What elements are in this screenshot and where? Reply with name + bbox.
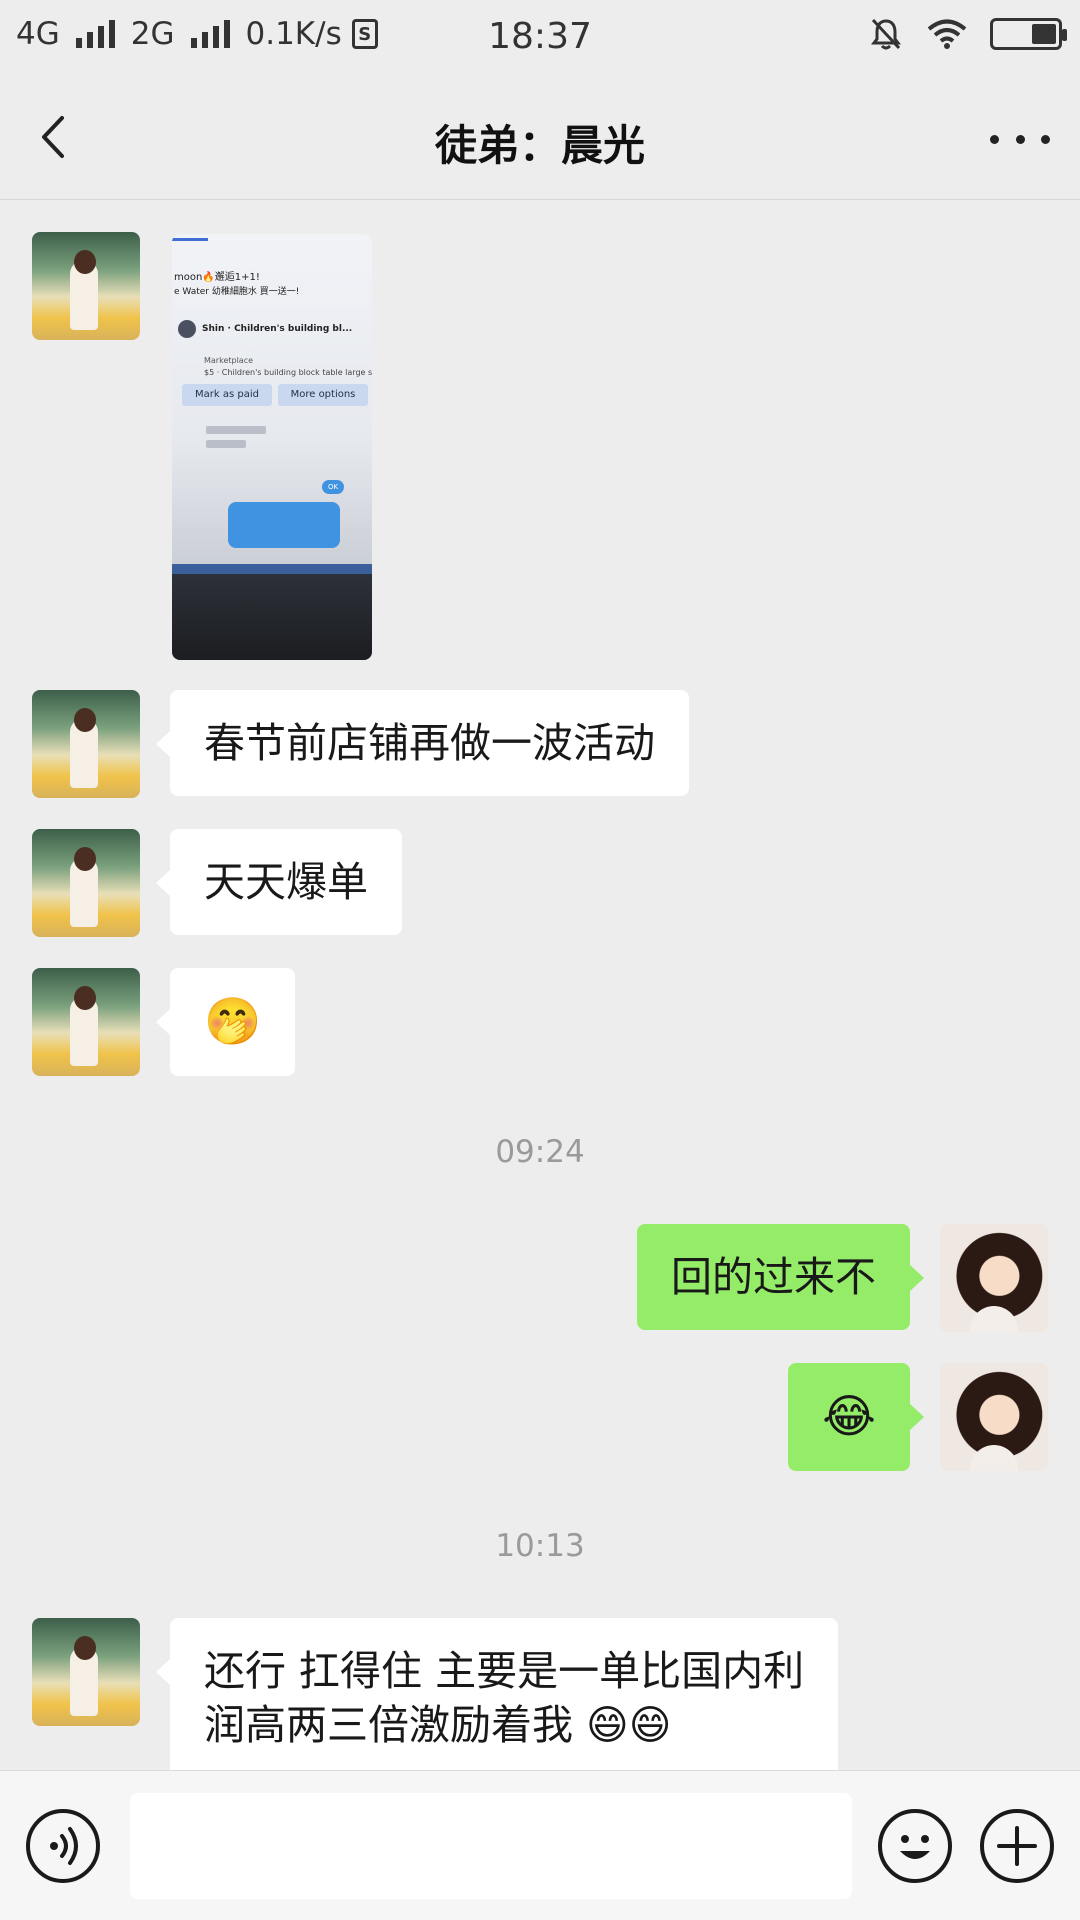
input-bar [0, 1770, 1080, 1920]
image-text-line: e Water 幼稚細胞水 買一送一! [174, 287, 300, 297]
message-text: 还行 扛得住 主要是一单比国内利 [204, 1647, 805, 1695]
message-text: 润高两三倍激励着我 😄😄 [204, 1701, 672, 1749]
image-btn-paid-label: Mark as paid [195, 389, 259, 400]
message-timestamp: 10:13 [495, 1528, 585, 1564]
emoji-sticker: 😂 [822, 1389, 876, 1443]
image-laptop-edge [172, 574, 372, 660]
voice-icon[interactable] [26, 1809, 100, 1883]
smiley-icon[interactable] [878, 1809, 952, 1883]
image-seller-name: Shin · Children's building bl... [202, 324, 353, 334]
message-text: 天天爆单 [204, 858, 368, 906]
friend-avatar[interactable] [32, 968, 140, 1076]
status-right [868, 16, 1067, 52]
message-text: 春节前店铺再做一波活动 [204, 719, 655, 767]
more-dots-icon[interactable] [990, 114, 1050, 164]
image-marketplace: Marketplace [204, 356, 254, 365]
battery-icon [990, 18, 1067, 50]
message-bubble-in[interactable]: 春节前店铺再做一波活动 [156, 690, 689, 796]
image-screen: moon🔥邂逅1+1! e Water 幼稚細胞水 買一送一! Shin · C… [172, 234, 372, 574]
image-btn-paid: Mark as paid [182, 384, 272, 406]
chat-area[interactable]: moon🔥邂逅1+1! e Water 幼稚細胞水 買一送一! Shin · C… [0, 200, 1080, 1770]
friend-avatar[interactable] [32, 232, 140, 340]
status-bar: 4G 2G 0.1K/s S 18:37 [0, 0, 1080, 74]
image-ok-bubble: OK [322, 480, 344, 494]
image-ok-label: OK [327, 483, 339, 491]
message-text: 回的过来不 [671, 1253, 876, 1301]
image-listing: $5 · Children's building block table lar… [204, 368, 372, 377]
bell-muted-icon [871, 18, 901, 50]
message-timestamp: 09:24 [495, 1134, 585, 1170]
emoji-sticker: 🤭 [204, 994, 262, 1048]
message-input[interactable] [130, 1793, 852, 1899]
image-text-line: moon🔥邂逅1+1! [174, 272, 260, 283]
smiley-face-icon [900, 1835, 930, 1859]
chat-title: 徒弟：晨光 [434, 121, 645, 170]
message-bubble-in[interactable]: 还行 扛得住 主要是一单比国内利 润高两三倍激励着我 😄😄 [155, 1618, 839, 1770]
nav-bar: 徒弟：晨光 [0, 74, 1080, 200]
plus-icon[interactable] [980, 1809, 1054, 1883]
plus-sign-icon [997, 1826, 1037, 1866]
friend-avatar[interactable] [32, 690, 140, 798]
image-message[interactable]: moon🔥邂逅1+1! e Water 幼稚細胞水 買一送一! Shin · C… [172, 234, 372, 660]
image-btn-more-label: More options [290, 389, 356, 400]
battery-fill [1032, 24, 1056, 44]
friend-avatar[interactable] [32, 1618, 140, 1726]
message-bubble-out[interactable]: 😂 [788, 1363, 924, 1471]
voice-waves-icon [50, 1827, 78, 1865]
message-bubble-in[interactable]: 🤭 [155, 968, 296, 1076]
message-bubble-in[interactable]: 天天爆单 [156, 829, 402, 935]
image-blue-bubble [228, 502, 340, 548]
self-avatar[interactable] [940, 1363, 1048, 1471]
image-btn-more: More options [278, 384, 368, 406]
message-bubble-out[interactable]: 回的过来不 [637, 1224, 924, 1330]
friend-avatar[interactable] [32, 829, 140, 937]
wifi-icon [927, 19, 967, 49]
self-avatar[interactable] [940, 1224, 1048, 1332]
